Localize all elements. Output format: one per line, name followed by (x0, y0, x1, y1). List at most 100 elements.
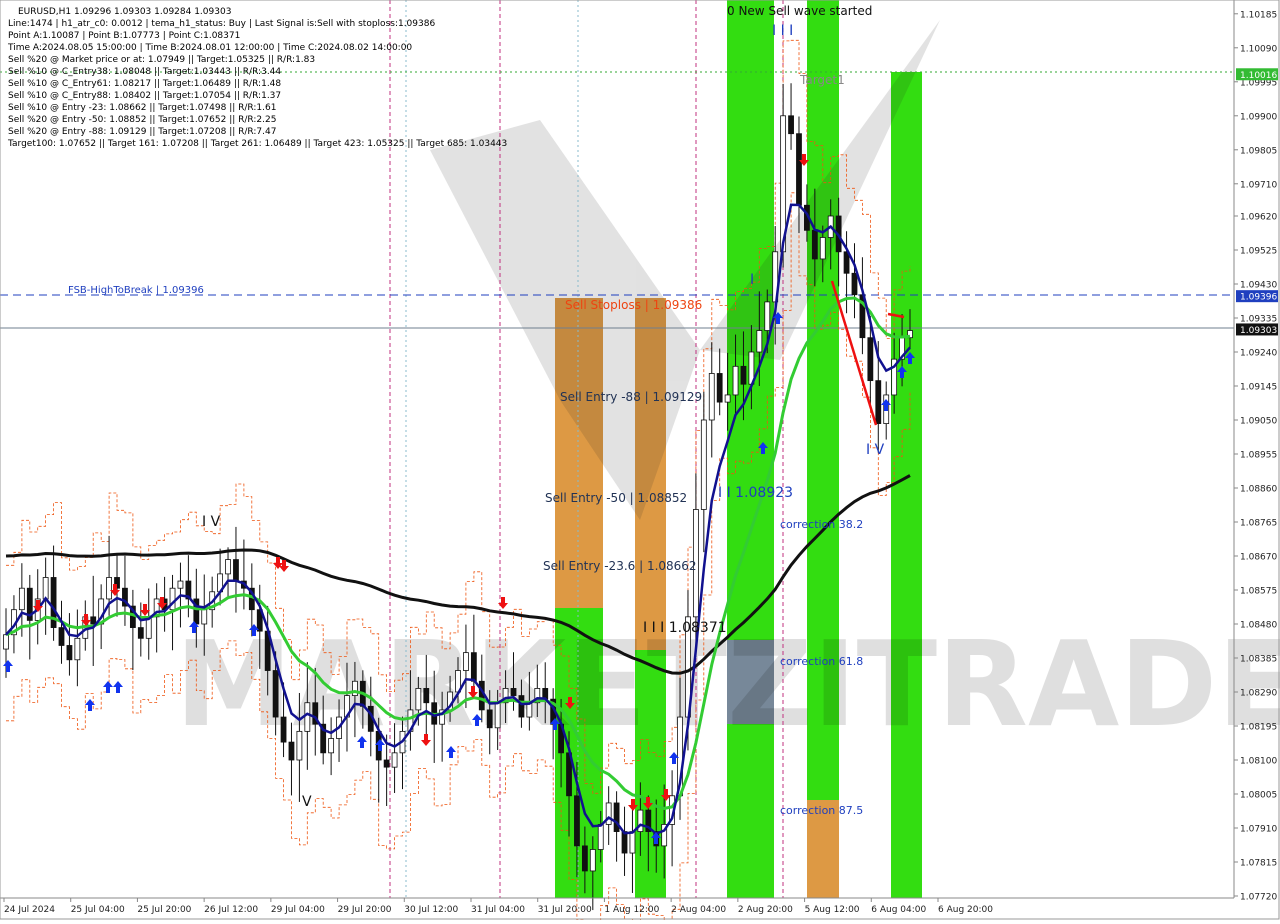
price-tick-label: 1.08290 (1240, 689, 1277, 699)
info-line: Sell %20 @ Entry -88: 1.09129 || Target:… (8, 127, 276, 137)
wave-i-label: I (750, 272, 754, 288)
price-badge-label: 1.09303 (1240, 326, 1277, 336)
candle-body (574, 795, 580, 847)
price-tick-label: 1.08005 (1240, 791, 1277, 801)
candle-body (470, 652, 477, 682)
info-line: Sell %10 @ C_Entry61: 1.08217 || Target:… (8, 79, 281, 89)
time-tick-label: 30 Jul 12:00 (404, 905, 458, 915)
price-tick-label: 1.08195 (1240, 723, 1277, 733)
candle-body (756, 330, 763, 353)
candle-body (724, 394, 731, 403)
time-tick-label: 29 Jul 20:00 (338, 905, 392, 915)
time-tick-label: 25 Jul 04:00 (71, 905, 125, 915)
time-tick-label: 31 Jul 04:00 (471, 905, 525, 915)
price-tick-label: 1.08480 (1240, 621, 1277, 631)
info-line: Sell %20 @ Entry -50: 1.08852 || Target:… (8, 115, 276, 125)
price-axis: 1.101851.100901.099951.099001.098051.097… (1233, 0, 1278, 903)
point-c-label: I I I 1.08371 (643, 620, 727, 636)
correction-875-label: correction 87.5 (780, 804, 863, 817)
sell-entry-50-label: Sell Entry -50 | 1.08852 (545, 491, 687, 505)
time-tick-label: 1 Aug 12:00 (604, 905, 659, 915)
candle-body (296, 730, 303, 761)
target1-label: Target1 (799, 73, 845, 87)
candle-body (700, 419, 707, 510)
candle-body (288, 741, 295, 761)
wave-iii-label: I I I (772, 23, 793, 39)
candle-body (629, 831, 636, 854)
candle-body (581, 845, 588, 872)
price-tick-label: 1.09240 (1240, 349, 1277, 359)
new-wave-label: 0 New Sell wave started (727, 4, 872, 18)
info-line: Point A:1.10087 | Point B:1.07773 | Poin… (8, 31, 240, 41)
sell-stoploss-label: Sell Stoploss | 1.09386 (565, 298, 702, 312)
price-tick-label: 1.08100 (1240, 757, 1277, 767)
info-line: Sell %10 @ C_Entry88: 1.08402 || Target:… (8, 91, 281, 101)
candle-body (463, 652, 469, 671)
time-tick-label: 25 Jul 20:00 (137, 905, 191, 915)
info-line: Sell %10 @ C_Entry38: 1.08048 || Target:… (8, 67, 281, 77)
price-tick-label: 1.09050 (1240, 417, 1277, 427)
candle-body (304, 702, 311, 732)
correction-382-label: correction 38.2 (780, 518, 863, 531)
candle-body (764, 301, 771, 331)
candle-body (708, 373, 715, 421)
candle-body (637, 809, 644, 832)
candle-body (383, 759, 390, 768)
time-tick-label: 2 Aug 04:00 (671, 905, 726, 915)
price-tick-label: 1.09145 (1240, 383, 1277, 393)
price-tick-label: 1.08385 (1240, 655, 1277, 665)
candle-body (510, 688, 517, 696)
price-badge-label: 1.09396 (1240, 293, 1277, 303)
candle-body (819, 237, 826, 260)
candle-body (788, 115, 794, 135)
candle-body (716, 373, 723, 403)
candle-body (494, 702, 501, 729)
price-tick-label: 1.09710 (1240, 180, 1277, 190)
wave-v-label: V (302, 794, 312, 810)
wave-iv-right-label: I V (866, 442, 885, 458)
price-tick-label: 1.10185 (1240, 10, 1277, 20)
time-tick-label: 31 Jul 20:00 (538, 905, 592, 915)
candle-body (280, 716, 287, 743)
correction-618-label: correction 61.8 (780, 655, 863, 668)
candle-body (177, 580, 184, 589)
time-tick-label: 24 Jul 2024 (4, 905, 55, 915)
info-line: Line:1474 | h1_atr_c0: 0.0012 | tema_h1_… (8, 19, 435, 29)
candle-body (66, 645, 73, 661)
candle-body (597, 824, 604, 850)
candle-body (328, 738, 335, 754)
candle-body (415, 688, 422, 711)
time-tick-label: 26 Jul 12:00 (204, 905, 258, 915)
candle-body (613, 802, 620, 832)
time-tick-label: 6 Aug 04:00 (871, 905, 926, 915)
time-tick-label: 29 Jul 04:00 (271, 905, 325, 915)
price-tick-label: 1.08670 (1240, 553, 1277, 563)
price-tick-label: 1.10090 (1240, 44, 1277, 54)
price-badge-label: 1.10016 (1240, 71, 1277, 81)
time-tick-label: 5 Aug 12:00 (805, 905, 860, 915)
candle-body (867, 337, 874, 382)
candle-body (621, 831, 628, 854)
candle-body (106, 577, 112, 600)
candle-body (796, 133, 802, 206)
price-tick-label: 1.09900 (1240, 112, 1277, 122)
candle-body (18, 587, 25, 611)
wave-iv-label: I V (202, 514, 221, 530)
candle-body (851, 272, 858, 296)
info-line: Time A:2024.08.05 15:00:00 | Time B:2024… (7, 43, 412, 53)
candle-body (486, 709, 493, 729)
price-tick-label: 1.09525 (1240, 247, 1277, 257)
candle-body (423, 688, 430, 704)
candle-body (74, 637, 81, 661)
candle-body (875, 380, 882, 424)
time-tick-label: 6 Aug 20:00 (938, 905, 993, 915)
bull-zone-1 (727, 0, 774, 898)
candle-body (272, 670, 279, 718)
price-tick-label: 1.07910 (1240, 825, 1277, 835)
candle-body (605, 802, 612, 825)
candle-body (811, 229, 818, 260)
price-tick-label: 1.07815 (1240, 859, 1277, 869)
price-tick-label: 1.08575 (1240, 587, 1277, 597)
price-tick-label: 1.09430 (1240, 281, 1277, 291)
price-tick-label: 1.08765 (1240, 519, 1277, 529)
